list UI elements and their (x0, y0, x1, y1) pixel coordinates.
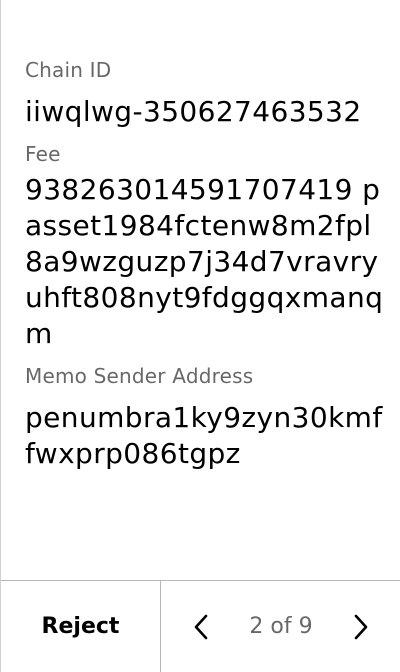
pagination: 2 of 9 (161, 581, 400, 672)
reject-button[interactable]: Reject (1, 581, 161, 672)
transaction-review-screen: Chain ID iiwqlwg-350627463532 Fee 938263… (0, 0, 400, 672)
page-indicator: 2 of 9 (249, 614, 313, 639)
chain-id-label: Chain ID (25, 58, 112, 82)
next-page-button[interactable] (349, 611, 373, 643)
prev-page-button[interactable] (189, 611, 213, 643)
chevron-left-icon (194, 614, 208, 639)
transaction-fields: Chain ID iiwqlwg-350627463532 Fee 938263… (25, 56, 387, 482)
action-footer: Reject 2 of 9 (1, 580, 400, 672)
fee-value: 938263014591707419 passet1984fctenw8m2fp… (25, 173, 384, 350)
fee-label: Fee (25, 142, 61, 166)
memo-sender-address-value: penumbra1ky9zyn30kmffwxprp086tgpz (25, 401, 383, 470)
chevron-right-icon (354, 614, 368, 639)
memo-sender-address-label: Memo Sender Address (25, 364, 254, 388)
chain-id-value: iiwqlwg-350627463532 (25, 95, 362, 128)
